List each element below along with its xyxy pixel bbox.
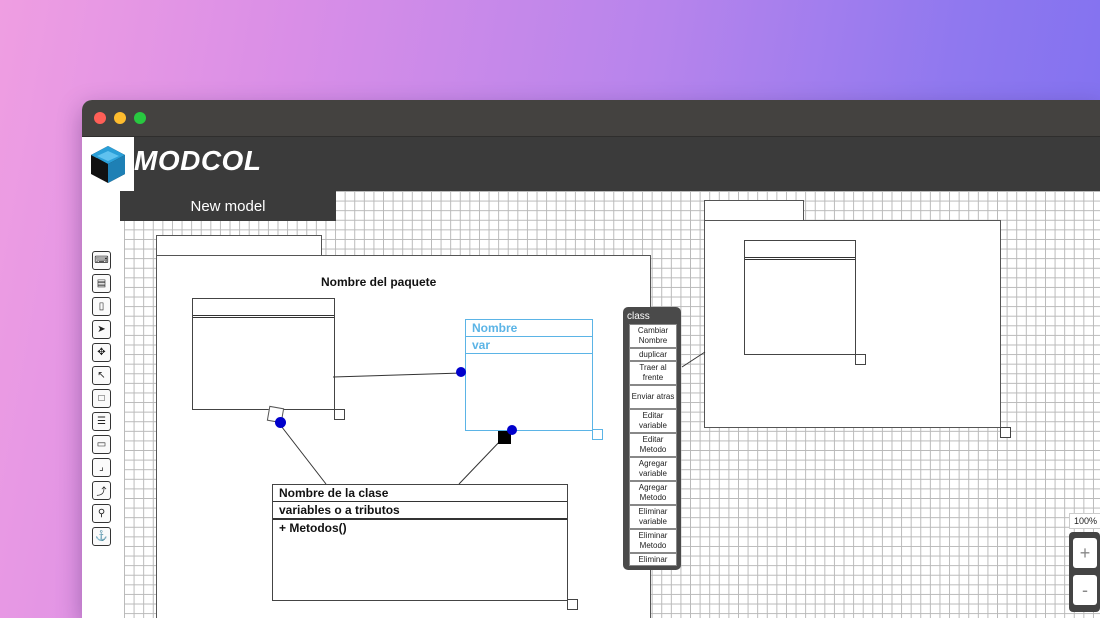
menu-item-traer-al-frente[interactable]: Traer al frente	[629, 361, 677, 385]
maximize-window-button[interactable]	[134, 112, 146, 124]
model-tab[interactable]: New model	[120, 191, 336, 221]
resize-handle[interactable]	[334, 409, 345, 420]
resize-handle[interactable]	[855, 354, 866, 365]
app-header: MODCOL	[82, 137, 1100, 191]
empty-class-box[interactable]	[744, 240, 856, 355]
main-class-methods[interactable]: + Metodos()	[273, 520, 567, 536]
app-title: MODCOL	[134, 145, 262, 176]
menu-item-cambiar-nombre[interactable]: Cambiar Nombre	[629, 324, 677, 348]
resize-handle[interactable]	[567, 599, 578, 610]
package-tab[interactable]	[704, 200, 804, 221]
pin-icon[interactable]: ⚲	[92, 504, 111, 523]
anchor-icon[interactable]: ⚓	[92, 527, 111, 546]
zoom-controls: + -	[1069, 532, 1100, 612]
window-box-icon[interactable]: ▭	[92, 435, 111, 454]
zoom-out-button[interactable]: -	[1073, 575, 1097, 605]
app-window: MODCOL New model ⌨ ▤ ▯ ➤ ✥ ↖ □ ☰ ▭ ⌟ ⤴ ⚲…	[82, 100, 1100, 618]
class-context-menu: class Cambiar Nombre duplicar Traer al f…	[623, 307, 681, 570]
package-tab[interactable]	[156, 235, 322, 256]
selected-resize-handle[interactable]	[592, 429, 603, 440]
menu-item-agregar-variable[interactable]: Agregar variable	[629, 457, 677, 481]
save-icon[interactable]: ▤	[92, 274, 111, 293]
main-class-name[interactable]: Nombre de la clase	[273, 485, 567, 502]
zoom-level: 100%	[1069, 513, 1100, 529]
context-menu-title: class	[627, 311, 650, 322]
list-box-icon[interactable]: ☰	[92, 412, 111, 431]
package-name: Nombre del paquete	[321, 275, 437, 289]
tool-sidebar: ⌨ ▤ ▯ ➤ ✥ ↖ □ ☰ ▭ ⌟ ⤴ ⚲ ⚓	[82, 191, 124, 618]
selected-class-name[interactable]: Nombre	[466, 320, 592, 337]
move-icon[interactable]: ✥	[92, 343, 111, 362]
zoom-in-button[interactable]: +	[1073, 538, 1097, 568]
menu-item-editar-variable[interactable]: Editar variable	[629, 409, 677, 433]
modcol-logo-icon	[82, 137, 134, 191]
empty-class-box[interactable]	[192, 298, 335, 410]
new-file-icon[interactable]: ▯	[92, 297, 111, 316]
title-bar	[82, 100, 1100, 137]
main-class-box[interactable]: Nombre de la clase variables o a tributo…	[272, 484, 568, 601]
corner-icon[interactable]: ⌟	[92, 458, 111, 477]
selected-class-box[interactable]: Nombre var	[465, 319, 593, 431]
class-box-icon[interactable]: □	[92, 389, 111, 408]
selected-class-var[interactable]: var	[466, 337, 592, 354]
connector-dot[interactable]	[507, 425, 517, 435]
keyboard-icon[interactable]: ⌨	[92, 251, 111, 270]
menu-item-eliminar[interactable]: Eliminar	[629, 553, 677, 566]
resize-handle[interactable]	[1000, 427, 1011, 438]
connector-dot[interactable]	[456, 367, 466, 377]
menu-item-eliminar-metodo[interactable]: Eliminar Metodo	[629, 529, 677, 553]
main-class-attributes[interactable]: variables o a tributos	[273, 502, 567, 520]
menu-item-enviar-atras[interactable]: Enviar atras	[629, 385, 677, 409]
close-window-button[interactable]	[94, 112, 106, 124]
minimize-window-button[interactable]	[114, 112, 126, 124]
arrow-up-icon[interactable]: ⤴	[92, 481, 111, 500]
menu-item-eliminar-variable[interactable]: Eliminar variable	[629, 505, 677, 529]
connector-dot[interactable]	[275, 417, 286, 428]
pointer-icon[interactable]: ➤	[92, 320, 111, 339]
menu-item-duplicar[interactable]: duplicar	[629, 348, 677, 361]
select-area-icon[interactable]: ↖	[92, 366, 111, 385]
menu-item-editar-metodo[interactable]: Editar Metodo	[629, 433, 677, 457]
menu-item-agregar-metodo[interactable]: Agregar Metodo	[629, 481, 677, 505]
